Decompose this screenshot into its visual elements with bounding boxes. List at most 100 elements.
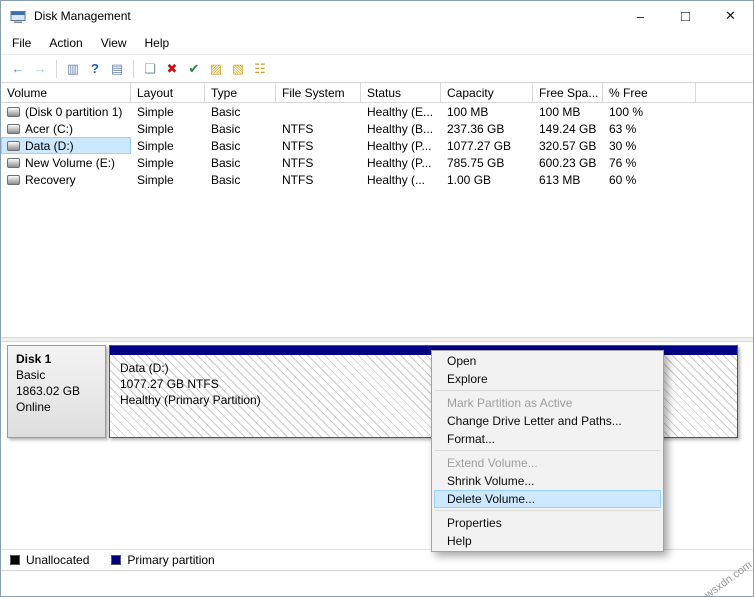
disk-status: Online	[16, 399, 97, 415]
open-folder-icon[interactable]: ▧	[227, 59, 249, 79]
cell: 237.36 GB	[441, 120, 533, 137]
volume-label: New Volume (E:)	[25, 156, 115, 170]
window-controls: – □ ✕	[618, 1, 753, 31]
view-list-icon[interactable]: ☷	[249, 59, 271, 79]
column-header-type[interactable]: Type	[205, 83, 276, 102]
minimize-button[interactable]: –	[618, 1, 663, 31]
context-menu-item-delete-volume[interactable]: Delete Volume...	[434, 490, 661, 508]
disk-info-box[interactable]: Disk 1 Basic 1863.02 GB Online	[7, 345, 106, 438]
column-header-free[interactable]: % Free	[603, 83, 696, 102]
context-menu-item-shrink-volume[interactable]: Shrink Volume...	[434, 472, 661, 490]
volume-list: VolumeLayoutTypeFile SystemStatusCapacit…	[1, 83, 753, 337]
context-menu: OpenExplore Mark Partition as ActiveChang…	[431, 350, 664, 552]
column-header-file-system[interactable]: File System	[276, 83, 361, 102]
cell: 30 %	[603, 137, 696, 154]
app-icon	[10, 8, 26, 24]
legend-swatch	[10, 555, 20, 565]
legend-label: Unallocated	[26, 553, 89, 567]
menu-separator	[435, 390, 660, 391]
legend-label: Primary partition	[127, 553, 214, 567]
cell: Healthy (P...	[361, 154, 441, 171]
table-row[interactable]: (Disk 0 partition 1)SimpleBasicHealthy (…	[1, 103, 753, 120]
cell: Simple	[131, 120, 205, 137]
menu-separator	[435, 510, 660, 511]
column-header-capacity[interactable]: Capacity	[441, 83, 533, 102]
legend-bar: Unallocated Primary partition	[1, 549, 753, 571]
menu-separator	[435, 450, 660, 451]
context-menu-item-format[interactable]: Format...	[434, 430, 661, 448]
cell: 320.57 GB	[533, 137, 603, 154]
cell: 785.75 GB	[441, 154, 533, 171]
cell: Basic	[205, 171, 276, 188]
back-icon[interactable]: ←	[7, 59, 29, 79]
cell: NTFS	[276, 154, 361, 171]
cell: NTFS	[276, 171, 361, 188]
menu-view[interactable]: View	[92, 31, 136, 54]
cell: Healthy (...	[361, 171, 441, 188]
cell: 60 %	[603, 171, 696, 188]
volume-cell: Data (D:)	[1, 137, 131, 154]
drive-icon	[7, 175, 20, 185]
table-row[interactable]: New Volume (E:)SimpleBasicNTFSHealthy (P…	[1, 154, 753, 171]
cell: 100 MB	[441, 103, 533, 120]
drive-icon	[7, 141, 20, 151]
cell: 76 %	[603, 154, 696, 171]
context-menu-item-open[interactable]: Open	[434, 352, 661, 370]
cell: 1077.27 GB	[441, 137, 533, 154]
table-row[interactable]: Data (D:) SimpleBasicNTFSHealthy (P...107…	[1, 137, 753, 154]
cell: Simple	[131, 103, 205, 120]
volume-cell: New Volume (E:)	[1, 154, 131, 171]
delete-volume-icon[interactable]: ✖	[161, 59, 183, 79]
table-row[interactable]: Acer (C:)SimpleBasicNTFSHealthy (B...237…	[1, 120, 753, 137]
cell: NTFS	[276, 137, 361, 154]
disk-type: Basic	[16, 367, 97, 383]
cell: Basic	[205, 103, 276, 120]
forward-icon[interactable]: →	[29, 59, 51, 79]
context-menu-item-help[interactable]: Help	[434, 532, 661, 550]
close-button[interactable]: ✕	[708, 1, 753, 31]
cell: Healthy (P...	[361, 137, 441, 154]
volume-cell: Recovery	[1, 171, 131, 188]
volume-label: (Disk 0 partition 1)	[25, 105, 122, 119]
column-header-free-spa[interactable]: Free Spa...	[533, 83, 603, 102]
cell: Healthy (B...	[361, 120, 441, 137]
column-header-layout[interactable]: Layout	[131, 83, 205, 102]
explore-folder-icon[interactable]: ▨	[205, 59, 227, 79]
column-view-icon[interactable]: ▤	[106, 59, 128, 79]
action-pane-icon[interactable]: ❏	[139, 59, 161, 79]
cell: Basic	[205, 137, 276, 154]
menu-help[interactable]: Help	[136, 31, 179, 54]
menu-action[interactable]: Action	[40, 31, 91, 54]
console-tree-icon[interactable]: ▥	[62, 59, 84, 79]
legend-item: Primary partition	[111, 553, 214, 567]
volume-label: Recovery	[25, 173, 76, 187]
menu-file[interactable]: File	[3, 31, 40, 54]
legend-swatch	[111, 555, 121, 565]
maximize-button[interactable]: □	[663, 1, 708, 31]
volume-list-body: (Disk 0 partition 1)SimpleBasicHealthy (…	[1, 103, 753, 188]
column-header-status[interactable]: Status	[361, 83, 441, 102]
context-menu-item-properties[interactable]: Properties	[434, 514, 661, 532]
cell: 1.00 GB	[441, 171, 533, 188]
column-header-volume[interactable]: Volume	[1, 83, 131, 102]
cell: 600.23 GB	[533, 154, 603, 171]
cell: 100 MB	[533, 103, 603, 120]
toolbar: ←→ ▥?▤ ❏✖✔▨▧☷	[1, 55, 753, 83]
cell: Simple	[131, 137, 205, 154]
disk-capacity: 1863.02 GB	[16, 383, 97, 399]
volume-label: Data (D:)	[25, 139, 74, 153]
table-row[interactable]: RecoverySimpleBasicNTFSHealthy (...1.00 …	[1, 171, 753, 188]
disk-management-window: Disk Management – □ ✕ FileActionViewHelp…	[0, 0, 754, 597]
cell: 100 %	[603, 103, 696, 120]
drive-icon	[7, 107, 20, 117]
mark-active-icon[interactable]: ✔	[183, 59, 205, 79]
volume-list-header: VolumeLayoutTypeFile SystemStatusCapacit…	[1, 83, 753, 103]
disk-name: Disk 1	[16, 351, 97, 367]
context-menu-item-change-drive-letter-and-paths[interactable]: Change Drive Letter and Paths...	[434, 412, 661, 430]
context-menu-item-explore[interactable]: Explore	[434, 370, 661, 388]
toolbar-separator	[133, 60, 134, 78]
context-menu-item-mark-partition-as-active: Mark Partition as Active	[434, 394, 661, 412]
cell: NTFS	[276, 120, 361, 137]
column-header-filler	[696, 83, 753, 102]
help-icon[interactable]: ?	[84, 59, 106, 79]
